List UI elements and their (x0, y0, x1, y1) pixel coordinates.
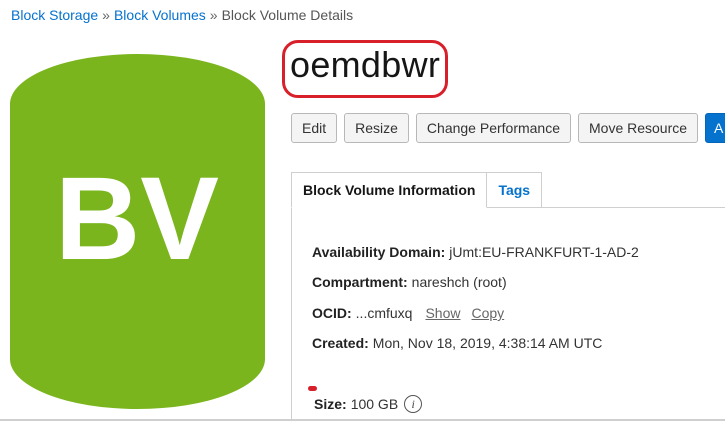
breadcrumb-block-volumes[interactable]: Block Volumes (114, 7, 206, 23)
breadcrumb-separator: » (209, 7, 218, 23)
resize-button[interactable]: Resize (344, 113, 409, 143)
size-row: Size: 100 GB i (314, 395, 423, 413)
breadcrumb-separator: » (102, 7, 110, 23)
compartment-value: nareshch (root) (411, 274, 507, 290)
compartment-row: Compartment: nareshch (root) (312, 274, 507, 290)
tab-block-volume-information[interactable]: Block Volume Information (291, 172, 488, 208)
block-volume-icon: BV (10, 54, 265, 414)
compartment-label: Compartment: (312, 274, 408, 290)
ocid-show-link[interactable]: Show (425, 305, 460, 321)
ocid-row: OCID: ...cmfuxq Show Copy (312, 305, 504, 321)
created-label: Created: (312, 335, 369, 351)
ocid-value: ...cmfuxq (355, 305, 413, 321)
info-icon[interactable]: i (404, 395, 423, 413)
breadcrumb-current: Block Volume Details (221, 7, 354, 23)
details-tabs: Block Volume Information Tags (291, 172, 543, 208)
created-row: Created: Mon, Nov 18, 2019, 4:38:14 AM U… (312, 335, 602, 351)
breadcrumb-block-storage[interactable]: Block Storage (11, 7, 98, 23)
size-value: 100 GB (350, 396, 399, 412)
action-toolbar: Edit Resize Change Performance Move Reso… (291, 113, 725, 143)
block-volume-details-page: Block Storage» Block Volumes» Block Volume… (0, 0, 725, 421)
cylinder-icon: BV (10, 54, 265, 409)
move-resource-button[interactable]: Move Resource (578, 113, 699, 143)
availability-domain-row: Availability Domain: jUmt:EU-FRANKFURT-1… (312, 244, 639, 260)
availability-domain-value: jUmt:EU-FRANKFURT-1-AD-2 (449, 244, 639, 260)
icon-label: BV (55, 153, 219, 285)
title-annotation-circle (282, 40, 448, 98)
annotation-mark (308, 386, 317, 391)
tab-tags[interactable]: Tags (487, 172, 543, 208)
ocid-copy-link[interactable]: Copy (472, 305, 505, 321)
created-value: Mon, Nov 18, 2019, 4:38:14 AM UTC (372, 335, 603, 351)
size-label: Size: (314, 396, 347, 412)
ocid-label: OCID: (312, 305, 352, 321)
more-actions-button[interactable]: A (705, 113, 725, 143)
change-performance-button[interactable]: Change Performance (415, 113, 571, 143)
edit-button[interactable]: Edit (291, 113, 338, 143)
breadcrumb: Block Storage» Block Volumes» Block Volume… (11, 7, 353, 23)
availability-domain-label: Availability Domain: (312, 244, 446, 260)
